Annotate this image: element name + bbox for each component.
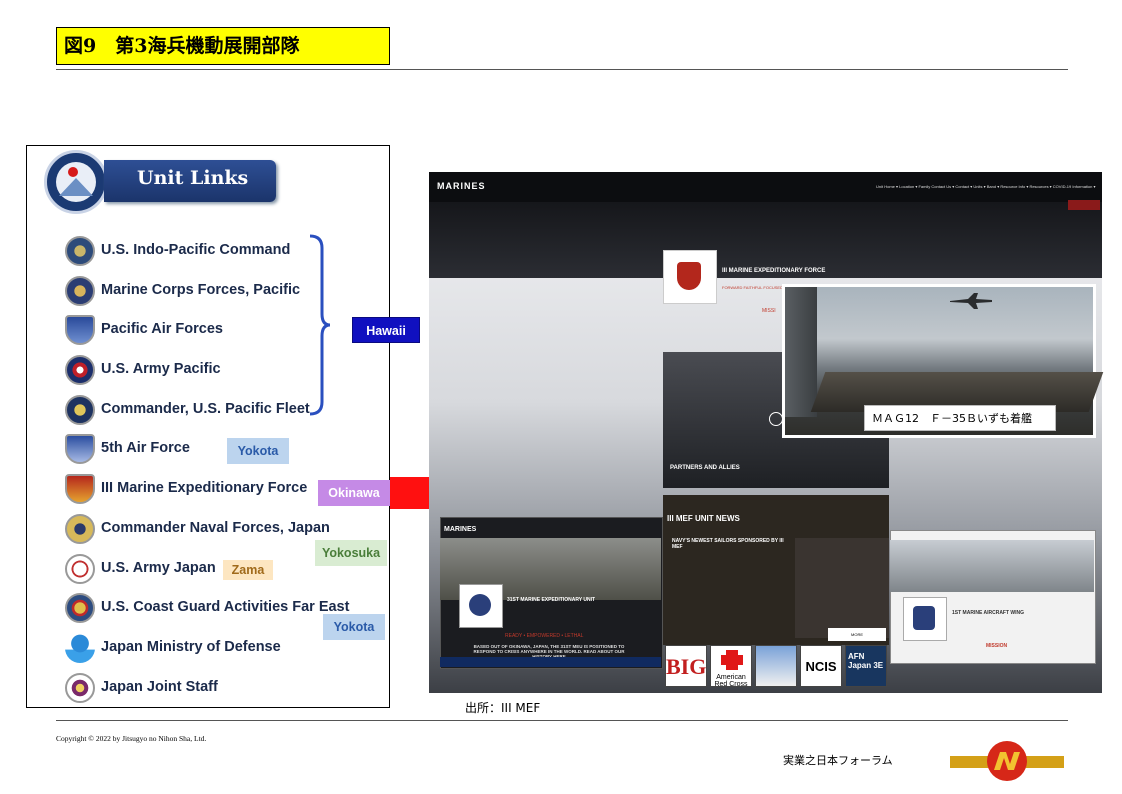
source-note: 出所：III MEF	[465, 701, 541, 715]
news-list	[795, 538, 889, 638]
location-tag-hawaii: Hawaii	[352, 317, 420, 343]
social-icons[interactable]	[1068, 200, 1100, 210]
footer-rule	[56, 720, 1068, 721]
meu-emblem-icon	[469, 594, 491, 616]
website-heading: III MARINE EXPEDITIONARY FORCE	[722, 268, 826, 274]
copyright: Copyright © 2022 by Jitsugyo no Nihon Sh…	[56, 734, 207, 743]
pacflt-seal-icon	[65, 395, 95, 425]
photo-caption: ＭＡＧ12 Ｆ－35Ｂいずも着艦	[872, 412, 1032, 425]
f35b-jet-icon	[950, 293, 992, 309]
unit-link-mod-japan[interactable]: Japan Ministry of Defense	[101, 639, 281, 655]
more-button[interactable]: MORE	[828, 628, 886, 641]
news-headline[interactable]: NAVY'S NEWEST SAILORS SPONSORED BY III M…	[672, 538, 790, 550]
meu-tagline: READY • EMPOWERED • LETHAL	[505, 633, 584, 639]
joint-staff-seal-icon	[65, 673, 95, 703]
uscg-far-east-seal-icon	[65, 593, 95, 623]
location-tag-yokota: Yokota	[227, 438, 289, 464]
unit-link-joint-staff[interactable]: Japan Joint Staff	[101, 679, 218, 695]
meu-site-logo[interactable]: MARINES	[444, 526, 476, 533]
unit-link-pacflt[interactable]: Commander, U.S. Pacific Fleet	[101, 401, 310, 417]
unit-link-marforpac[interactable]: Marine Corps Forces, Pacific	[101, 282, 300, 298]
website-nav-items[interactable]: Unit Home ▾ Location ▾ Family Contact Us…	[876, 184, 1096, 189]
jnf-logo-icon	[950, 741, 1064, 781]
publisher-name: 実業之日本フォーラム	[783, 754, 893, 767]
website-logo[interactable]: MARINES	[437, 181, 486, 191]
hawaii-bracket	[309, 234, 331, 416]
partner-logo-ncis[interactable]: NCIS	[800, 645, 842, 687]
usarj-seal-icon	[65, 554, 95, 584]
iii-mef-emblem-icon	[677, 262, 701, 290]
wing-emblem-icon	[913, 606, 935, 630]
pacaf-shield-icon	[65, 315, 95, 345]
partner-logo-afn[interactable]: AFN Japan 3E	[845, 645, 887, 687]
location-tag-yokosuka: Yokosuka	[315, 540, 387, 566]
meu-heading: 31ST MARINE EXPEDITIONARY UNIT	[507, 597, 596, 603]
location-tag-okinawa: Okinawa	[318, 480, 390, 506]
rising-sun-icon	[68, 167, 78, 177]
mod-japan-logo-icon	[65, 633, 95, 663]
unit-link-iii-mef[interactable]: III Marine Expeditionary Force	[101, 480, 307, 496]
partner-logo-3[interactable]	[755, 645, 797, 687]
red-cross-label: American Red Cross	[714, 674, 748, 687]
fifth-air-force-shield-icon	[65, 434, 95, 464]
unit-link-pacaf[interactable]: Pacific Air Forces	[101, 321, 223, 337]
partner-logo-red-cross[interactable]: American Red Cross	[710, 645, 752, 687]
wing-mission: MISSION	[986, 643, 1008, 649]
wing-heading: 1ST MARINE AIRCRAFT WING	[952, 610, 1025, 616]
meu-taskbar	[440, 657, 661, 667]
partners-label: PARTNERS AND ALLIES	[670, 465, 740, 471]
website-hero-dark	[429, 200, 1102, 278]
mount-fuji-icon	[59, 178, 93, 196]
red-cross-bar	[721, 655, 743, 665]
unit-link-uscg-far-east[interactable]: U.S. Coast Guard Activities Far East	[101, 599, 349, 615]
website-mission: MISSI	[762, 308, 776, 314]
iii-mef-shield-icon	[65, 474, 95, 504]
news-title: III MEF UNIT NEWS	[667, 514, 740, 523]
header-rule	[56, 69, 1068, 70]
unit-link-fifth-air-force[interactable]: 5th Air Force	[101, 440, 190, 456]
unit-link-usarpac[interactable]: U.S. Army Pacific	[101, 361, 221, 377]
location-tag-zama: Zama	[223, 560, 273, 580]
unit-link-indopacom[interactable]: U.S. Indo-Pacific Command	[101, 242, 290, 258]
location-tag-yokota-2: Yokota	[323, 614, 385, 640]
unit-links-title: Unit Links	[137, 167, 249, 189]
wing-hero-photo	[890, 540, 1094, 592]
marforpac-seal-icon	[65, 276, 95, 306]
unit-link-cnfj[interactable]: Commander Naval Forces, Japan	[101, 520, 330, 536]
play-icon[interactable]	[769, 412, 783, 426]
website-motto: FORWARD FAITHFUL FOCUSED	[722, 285, 783, 290]
unit-link-usarj[interactable]: U.S. Army Japan	[101, 560, 216, 576]
figure-title: 図9 第3海兵機動展開部隊	[64, 35, 300, 57]
indopacom-seal-icon	[65, 236, 95, 266]
usarpac-seal-icon	[65, 355, 95, 385]
ship-island	[785, 287, 817, 417]
partner-logo-big[interactable]: BIG	[665, 645, 707, 687]
cnfj-seal-icon	[65, 514, 95, 544]
